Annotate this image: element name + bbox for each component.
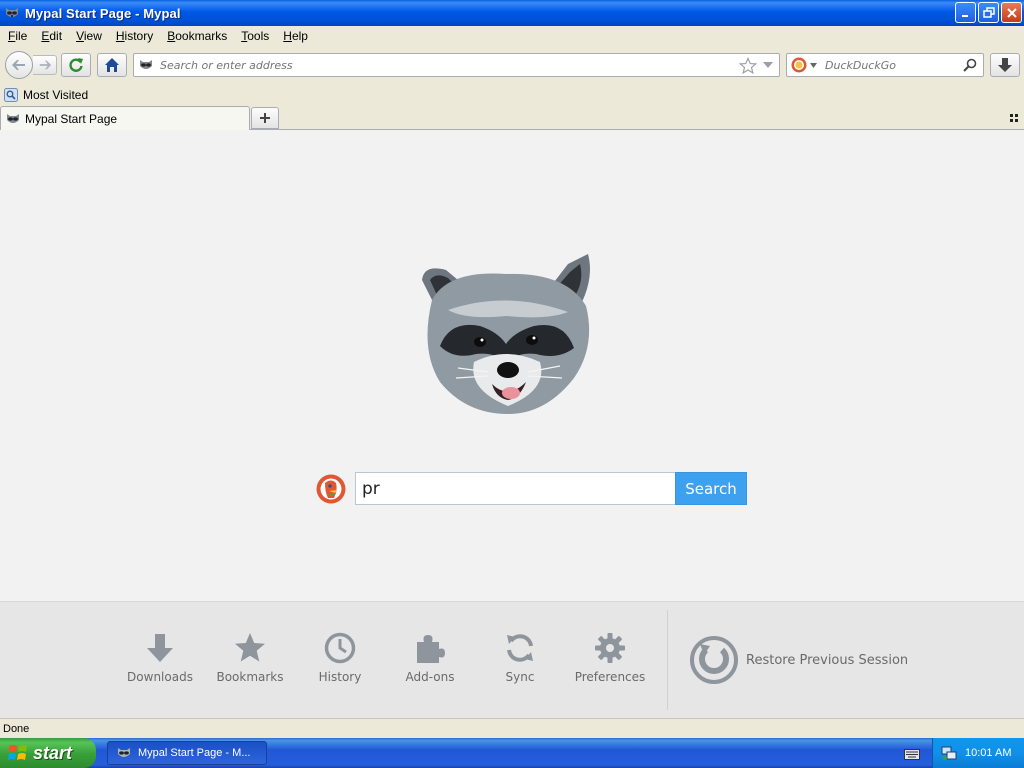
back-button[interactable] (5, 51, 33, 79)
chevron-down-icon[interactable] (763, 62, 773, 68)
windows-logo-icon (8, 745, 27, 760)
launcher-label: Add-ons (405, 670, 455, 684)
menu-file[interactable]: File (4, 29, 31, 43)
address-bar[interactable] (133, 53, 780, 77)
taskbar-item-mypal[interactable]: Mypal Start Page - M... (107, 741, 267, 765)
history-icon (324, 632, 356, 664)
launcher-downloads[interactable]: Downloads (115, 632, 205, 684)
start-page-content: Search Downloads Bookmarks History (0, 130, 1024, 718)
restore-session-button[interactable]: Restore Previous Session (690, 636, 908, 684)
launcher-preferences[interactable]: Preferences (565, 632, 655, 684)
chevron-down-icon (810, 62, 817, 68)
forward-button[interactable] (33, 55, 57, 75)
raccoon-logo (422, 254, 590, 414)
bookmark-star-icon[interactable] (739, 57, 757, 75)
menu-history[interactable]: History (112, 29, 157, 43)
tab-strip: Mypal Start Page (0, 105, 1024, 130)
launcher-sync[interactable]: Sync (475, 632, 565, 684)
search-button[interactable]: Search (675, 472, 747, 505)
launcher-bar: Downloads Bookmarks History Add-ons Sync… (0, 601, 1024, 718)
clock[interactable]: 10:01 AM (965, 747, 1011, 759)
bookmarks-icon (235, 633, 265, 662)
home-button[interactable] (97, 53, 127, 77)
search-bar[interactable] (786, 53, 984, 77)
start-button[interactable]: start (0, 738, 96, 768)
downloads-button[interactable] (990, 53, 1020, 77)
duckduckgo-logo-icon (316, 474, 346, 503)
bookmarks-toolbar: Most Visited (0, 84, 1024, 105)
plus-icon (260, 113, 270, 123)
taskbar-item-label: Mypal Start Page - M... (138, 747, 251, 759)
raccoon-icon (118, 748, 130, 757)
launcher-label: Bookmarks (216, 670, 284, 684)
launcher-bookmarks[interactable]: Bookmarks (205, 632, 295, 684)
close-button[interactable] (1001, 2, 1022, 23)
launcher-history[interactable]: History (295, 632, 385, 684)
preferences-icon (595, 633, 625, 663)
restore-session-label: Restore Previous Session (746, 652, 909, 668)
raccoon-icon (6, 8, 18, 17)
menu-tools[interactable]: Tools (237, 29, 273, 43)
restore-button[interactable] (978, 2, 999, 23)
start-search: Search (316, 472, 747, 505)
start-label: start (33, 742, 73, 763)
reload-button[interactable] (61, 53, 91, 77)
menu-bookmarks[interactable]: Bookmarks (163, 29, 231, 43)
launcher-label: Preferences (574, 670, 646, 684)
arrow-right-icon (39, 60, 51, 70)
new-tab-button[interactable] (251, 107, 279, 129)
arrow-left-icon (12, 60, 25, 70)
close-icon (1006, 7, 1017, 18)
address-input[interactable] (160, 58, 720, 72)
raccoon-icon (7, 113, 19, 123)
search-engine-input[interactable] (825, 58, 955, 72)
home-icon (105, 58, 119, 72)
start-search-input[interactable] (355, 472, 675, 505)
launcher-label: History (318, 670, 362, 684)
bookmark-most-visited[interactable]: Most Visited (23, 88, 88, 102)
addons-icon (417, 635, 445, 663)
search-icon[interactable] (963, 58, 977, 72)
window-title: Mypal Start Page - Mypal (25, 5, 181, 21)
restore-session-icon (690, 636, 738, 684)
downloads-icon (147, 634, 173, 662)
duckduckgo-icon[interactable] (791, 57, 807, 73)
tab-mypal-start-page[interactable]: Mypal Start Page (0, 106, 250, 130)
reload-icon (69, 58, 83, 72)
sync-icon (507, 634, 533, 662)
minimize-button[interactable] (955, 2, 976, 23)
minimize-icon (961, 14, 968, 17)
most-visited-icon (4, 87, 18, 102)
system-tray: 10:01 AM (932, 738, 1024, 768)
title-bar[interactable]: Mypal Start Page - Mypal (0, 0, 1024, 26)
raccoon-icon (140, 60, 152, 69)
taskbar: start Mypal Start Page - M... 10:01 AM (0, 738, 1024, 768)
navigation-toolbar (0, 46, 1024, 82)
restore-icon (982, 6, 995, 18)
tab-list-icon[interactable] (1010, 114, 1018, 122)
launcher-label: Downloads (127, 670, 193, 684)
menu-view[interactable]: View (72, 29, 106, 43)
menu-edit[interactable]: Edit (37, 29, 66, 43)
tab-label: Mypal Start Page (25, 111, 118, 126)
status-bar: Done (0, 718, 1024, 738)
keyboard-icon[interactable] (904, 746, 920, 760)
menu-bar: File Edit View History Bookmarks Tools H… (0, 26, 1024, 46)
download-icon (998, 58, 1012, 72)
status-text: Done (3, 722, 30, 735)
launcher-label: Sync (505, 670, 535, 684)
launcher-divider (667, 610, 668, 710)
launcher-addons[interactable]: Add-ons (385, 632, 475, 684)
network-icon[interactable] (941, 745, 957, 761)
menu-help[interactable]: Help (279, 29, 312, 43)
